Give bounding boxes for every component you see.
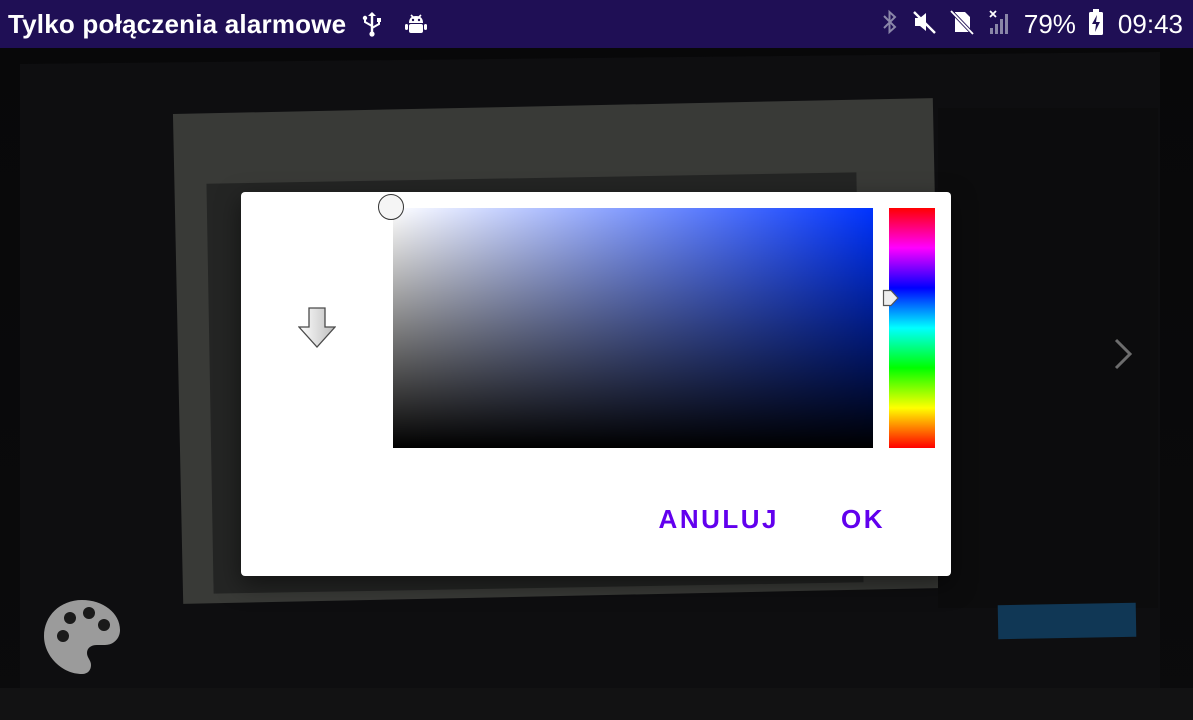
android-debug-icon — [404, 12, 428, 36]
status-bar: Tylko połączenia alarmowe 79% 09:43 — [0, 0, 1193, 48]
palette-icon — [44, 600, 120, 674]
arrow-down-icon — [297, 307, 337, 353]
status-right: 79% 09:43 — [880, 8, 1183, 40]
saturation-value-handle[interactable] — [378, 194, 404, 220]
status-left: Tylko połączenia alarmowe — [8, 9, 880, 40]
chevron-right-icon — [1110, 336, 1136, 376]
dialog-actions: ANULUJ OK — [659, 504, 885, 535]
screen: Tylko połączenia alarmowe 79% 09:43 ANUL… — [0, 0, 1193, 720]
battery-percent: 79% — [1023, 8, 1076, 39]
hue-slider-handle[interactable] — [882, 289, 900, 311]
carrier-text: Tylko połączenia alarmowe — [8, 8, 347, 39]
bluetooth-icon — [880, 9, 900, 39]
usb-icon — [360, 11, 384, 37]
ok-button[interactable]: OK — [841, 504, 885, 535]
saturation-value-picker[interactable] — [393, 208, 873, 448]
palette-button[interactable] — [42, 598, 122, 678]
color-picker-dialog: ANULUJ OK — [241, 192, 951, 576]
clock: 09:43 — [1117, 8, 1183, 39]
hue-slider[interactable] — [889, 208, 935, 448]
no-sim-icon — [949, 9, 975, 39]
signal-icon — [986, 9, 1012, 39]
mute-icon — [912, 9, 938, 39]
cancel-button[interactable]: ANULUJ — [659, 504, 779, 535]
battery-charging-icon — [1088, 8, 1104, 40]
